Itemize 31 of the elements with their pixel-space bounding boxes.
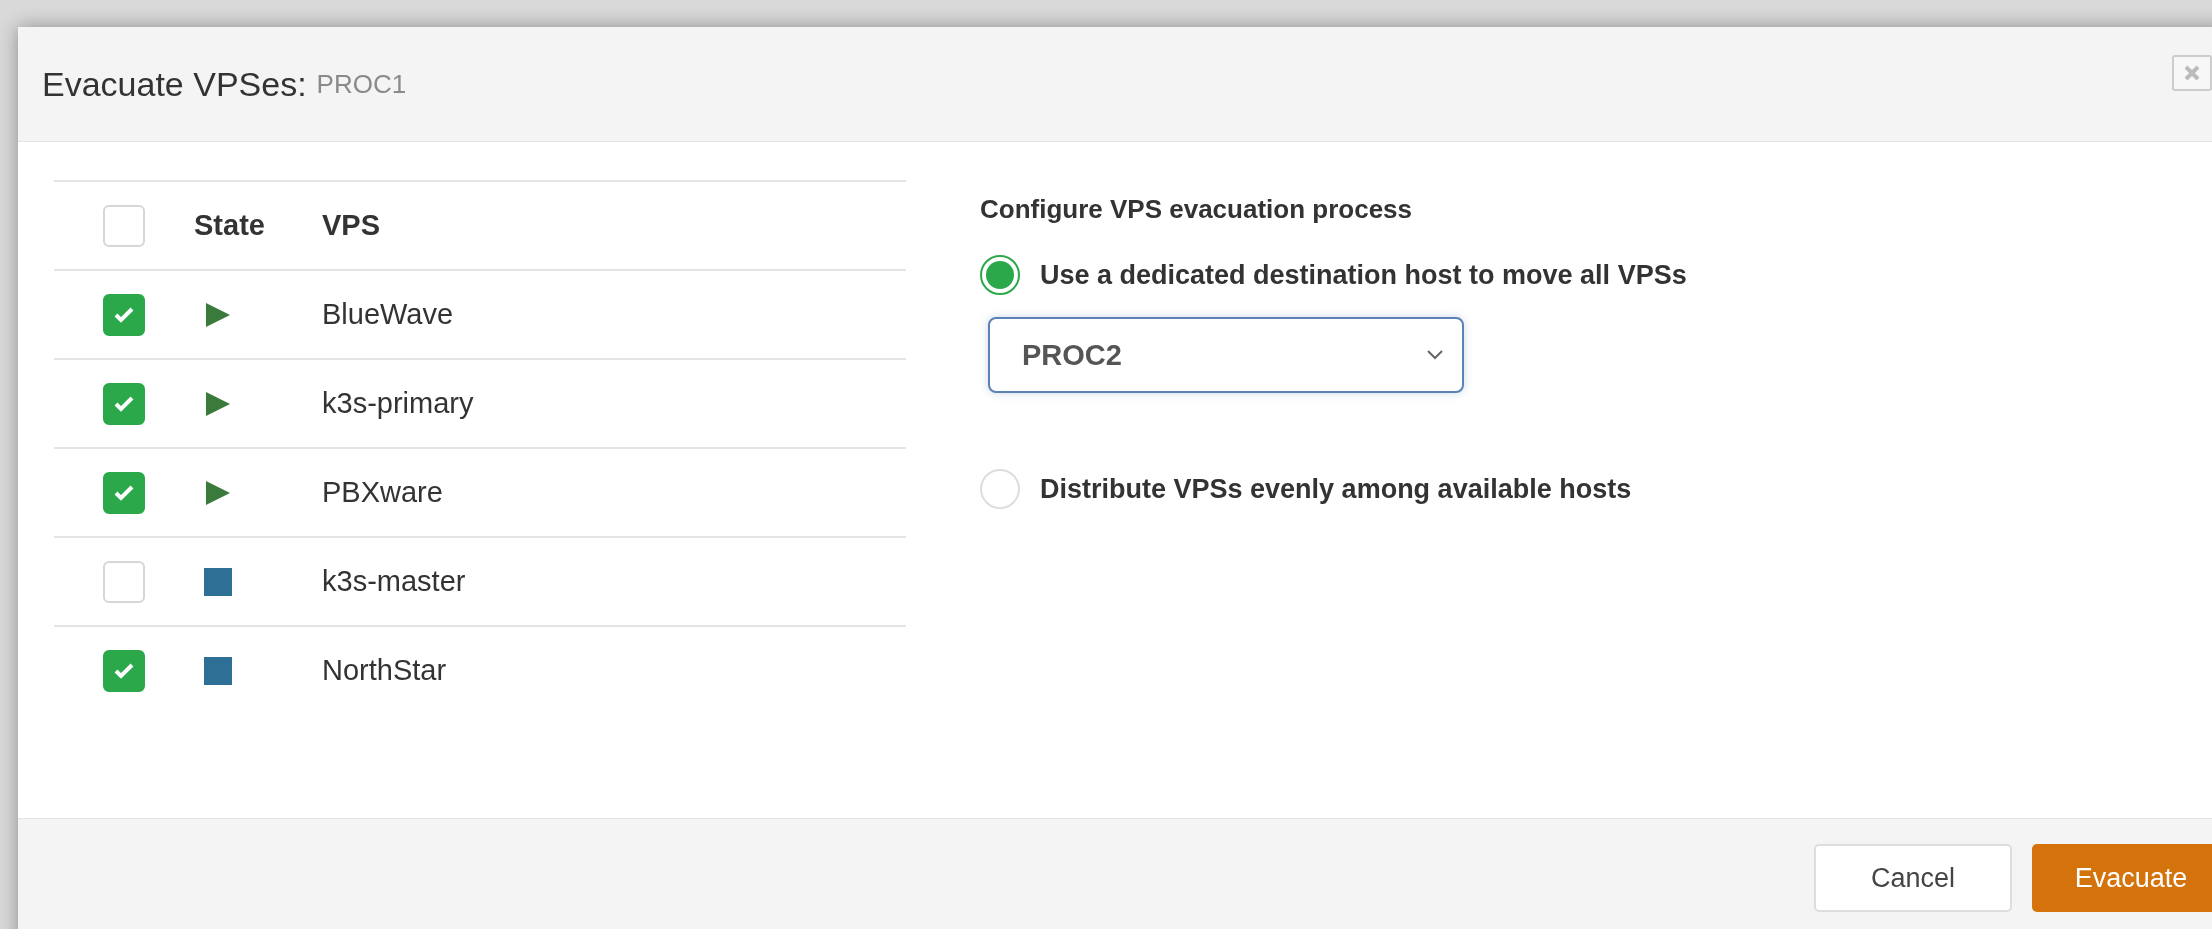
column-header: VPS xyxy=(322,209,381,242)
play-icon xyxy=(204,300,232,329)
dialog-title: Evacuate VPSes: xyxy=(42,64,307,104)
checkbox[interactable] xyxy=(103,382,145,425)
dialog-subtitle: PROC1 xyxy=(316,68,407,100)
checkbox[interactable] xyxy=(103,293,145,336)
checkmark-icon xyxy=(113,483,135,502)
section-heading: Configure VPS evacuation process xyxy=(980,194,1413,225)
vps-name: BlueWave xyxy=(322,298,454,331)
vps-name: NorthStar xyxy=(322,654,447,687)
stop-icon xyxy=(204,656,232,685)
stop-icon xyxy=(204,567,232,596)
column-header: State xyxy=(194,209,265,242)
checkmark-icon xyxy=(113,305,135,324)
close-icon xyxy=(2182,63,2202,83)
cancel-button[interactable]: Cancel xyxy=(1814,844,2012,912)
vps-name: k3s-primary xyxy=(322,387,474,420)
checkbox[interactable] xyxy=(103,471,145,514)
radio-button[interactable] xyxy=(980,255,1020,295)
option-label: Use a dedicated destination host to move all VPSs xyxy=(1040,259,1687,291)
host-dropdown[interactable]: PROC2 xyxy=(988,317,1464,393)
vps-name: k3s-master xyxy=(322,565,466,598)
vps-name: PBXware xyxy=(322,476,443,509)
close-button[interactable] xyxy=(2172,55,2212,91)
checkmark-icon xyxy=(113,661,135,680)
play-icon xyxy=(204,478,232,507)
option-label: Distribute VPSs evenly among available hosts xyxy=(1040,473,1632,505)
chevron-down-icon xyxy=(1426,349,1444,361)
checkbox[interactable] xyxy=(103,649,145,692)
play-icon xyxy=(204,389,232,418)
checkmark-icon xyxy=(113,394,135,413)
